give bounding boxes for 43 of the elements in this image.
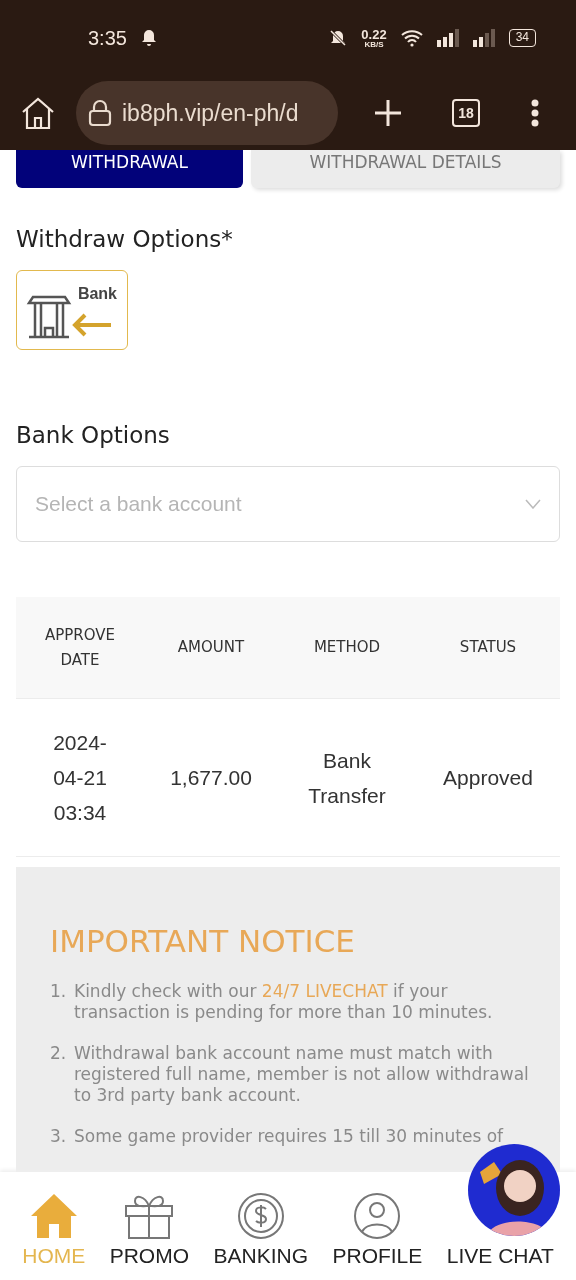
home-icon[interactable] — [20, 96, 56, 130]
tab-count-button[interactable]: 18 — [452, 99, 480, 127]
tab[interactable]: WITHDRAWAL DETAILS — [251, 150, 560, 188]
table-cell-text: Bank Transfer — [307, 747, 387, 809]
dollar-coin-icon — [235, 1192, 286, 1240]
signal-icon — [436, 29, 459, 47]
clock-time: 3:35 — [88, 26, 127, 50]
table-cell-text: Approved — [442, 765, 534, 791]
bank-option-button[interactable]: Bank — [16, 270, 128, 350]
address-bar[interactable]: ib8ph.vip/en-ph/d — [76, 81, 338, 145]
signal-icon — [472, 29, 495, 47]
notice-text: Kindly check with our 24/7 LIVECHAT if your transaction is pending for more than 10 minutes. — [74, 981, 494, 1023]
tab[interactable]: WITHDRAWAL — [16, 150, 243, 188]
table-cell-text: 2024-04-21 03:34 — [52, 730, 108, 826]
list-number: 1. — [50, 981, 68, 1003]
column-header: AMOUNT — [176, 637, 246, 658]
lock-icon — [88, 99, 112, 127]
bell-icon — [140, 29, 157, 47]
list-number: 2. — [50, 1043, 68, 1065]
notice-text: Withdrawal bank account name must match with registered full name, member is not allow withdrawal to 3rd party bank account. — [74, 1043, 530, 1106]
nav-item[interactable]: BANKING — [213, 1192, 308, 1268]
nav-item[interactable]: LIVE CHAT — [446, 1244, 554, 1268]
battery-level: 34 — [508, 29, 536, 47]
list-number: 3. — [50, 1126, 68, 1147]
wifi-icon — [400, 29, 423, 47]
column-header: APPROVE DATE — [43, 624, 117, 671]
chevron-down-icon — [525, 499, 541, 509]
table-cell-text: 1,677.00 — [169, 765, 253, 791]
network-speed: 0.22 — [361, 27, 387, 41]
notice-text: Some game provider requires 15 till 30 minutes of — [74, 1126, 505, 1147]
notice-title: IMPORTANT NOTICE — [50, 923, 356, 959]
nav-item[interactable]: PROMO — [109, 1192, 189, 1268]
muted-bell-icon — [329, 29, 348, 47]
plus-icon[interactable] — [374, 99, 402, 127]
column-header: STATUS — [458, 637, 518, 658]
more-menu-icon[interactable] — [530, 99, 540, 127]
section-title: Bank Options — [16, 422, 171, 448]
speed-unit: KB/S — [364, 40, 384, 49]
option-label: Bank — [77, 285, 117, 303]
section-title: Withdraw Options* — [16, 226, 234, 252]
user-icon — [352, 1192, 403, 1240]
column-header: METHOD — [312, 637, 382, 658]
nav-item[interactable]: PROFILE — [332, 1192, 423, 1268]
